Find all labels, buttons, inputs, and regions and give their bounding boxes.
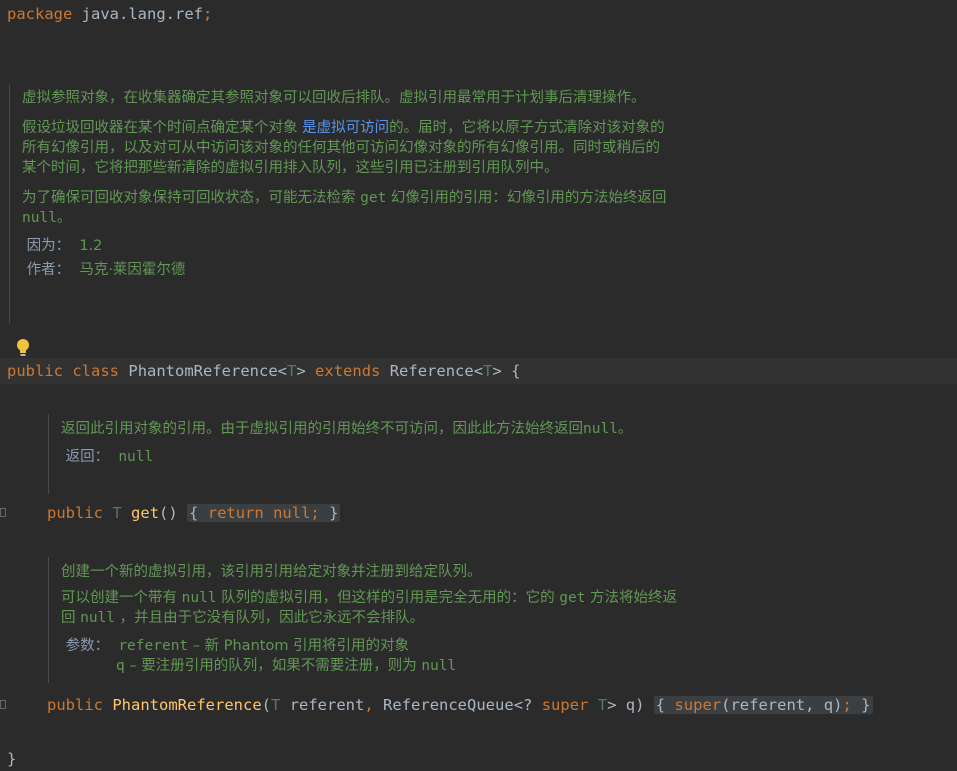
package-keyword: package xyxy=(7,5,73,23)
class-doc-since: 因为： 1.2 xyxy=(22,236,672,256)
get-method-name[interactable]: get xyxy=(131,504,159,522)
get-semicolon: ; xyxy=(310,504,320,522)
fold-marker-icon[interactable] xyxy=(0,700,6,709)
lightbulb-icon[interactable] xyxy=(15,338,31,358)
class-javadoc: 虚拟参照对象，在收集器确定其参照对象可以回收后排队。虚拟引用最常用于计划事后清理… xyxy=(22,88,672,280)
ctor-doc-null2: null xyxy=(80,610,116,626)
bound-close: > xyxy=(607,696,617,714)
ctor-doc-para2-a: 可以创建一个带有 xyxy=(61,590,182,606)
ctor-param-type: T xyxy=(271,696,281,714)
returns-value: null xyxy=(118,449,154,465)
folded-body[interactable]: { return null; } xyxy=(187,504,341,522)
super-type-param: T xyxy=(483,362,493,380)
get-close-brace: } xyxy=(329,504,339,522)
ctor-doc-param1: 参数： referent – 新 Phantom 引用将引用的对象 xyxy=(61,636,681,656)
ctor-open-paren: ( xyxy=(261,696,271,714)
bound-type-param: T xyxy=(597,696,608,714)
class-doc-null-code: null xyxy=(22,210,57,226)
ctor-doc-para2-d: ，并且由于它没有队列，因此它永远不会排队。 xyxy=(115,610,425,626)
get-public-keyword: public xyxy=(47,504,103,522)
get-return-type: T xyxy=(112,504,122,522)
null-keyword: null xyxy=(273,504,311,522)
class-doc-author: 作者： 马克·莱因霍尔德 xyxy=(22,260,672,280)
super-args: (referent, q) xyxy=(721,696,843,714)
ctor-public-keyword: public xyxy=(47,696,103,714)
since-label: 因为： xyxy=(26,238,71,254)
ctor-semicolon: ; xyxy=(842,696,852,714)
super-type-open: < xyxy=(473,362,484,380)
package-name: java.lang.ref xyxy=(81,5,203,23)
ctor-doc-bar xyxy=(48,557,49,683)
reference-queue-type[interactable]: ReferenceQueue xyxy=(383,696,514,714)
fold-marker-icon[interactable] xyxy=(0,508,6,517)
ctor-close-brace: } xyxy=(861,696,871,714)
author-label: 作者： xyxy=(26,262,71,278)
class-doc-para3-b: 幻像引用的引用：幻像引用的方法始终返回 xyxy=(386,190,667,206)
wildcard: <? xyxy=(513,696,533,714)
extends-keyword: extends xyxy=(315,362,381,380)
class-doc-get-code: get xyxy=(360,190,387,206)
class-close-brace: } xyxy=(7,750,17,768)
get-doc-returns: 返回： null xyxy=(61,447,661,467)
class-doc-para2-before: 假设垃圾回收器在某个时间点确定某个对象 xyxy=(22,120,303,136)
get-doc-text-a: 返回此引用对象的引用。由于虚拟引用的引用始终不可访问，因此此方法始终返回 xyxy=(61,421,583,437)
class-doc-para2: 假设垃圾回收器在某个时间点确定某个对象 是虚拟可访问的。届时，它将以原子方式清除… xyxy=(22,118,672,178)
public-keyword: public xyxy=(7,362,63,380)
super-bound-keyword: super xyxy=(541,696,589,714)
get-doc-text-b: 。 xyxy=(617,421,633,437)
constructor-line: public PhantomReference(T referent, Refe… xyxy=(47,695,873,715)
class-doc-para1: 虚拟参照对象，在收集器确定其参照对象可以回收后排队。虚拟引用最常用于计划事后清理… xyxy=(22,90,646,106)
param2-null: null xyxy=(421,658,457,674)
get-parens: () xyxy=(159,504,178,522)
get-javadoc: 返回此引用对象的引用。由于虚拟引用的引用始终不可访问，因此此方法始终返回null… xyxy=(61,419,661,467)
type-param: T xyxy=(287,362,297,380)
ctor-param-q: q xyxy=(625,696,636,714)
class-type-open: < xyxy=(277,362,288,380)
ctor-doc-get: get xyxy=(559,590,586,606)
super-type-close: > xyxy=(492,362,502,380)
ctor-doc-para2-b: 队列的虚拟引用，但这样的引用是完全无用的：它的 xyxy=(216,590,560,606)
author-value: 马克·莱因霍尔德 xyxy=(79,262,186,278)
super-call: super xyxy=(674,696,722,714)
return-keyword: return xyxy=(207,504,264,522)
class-doc-para3: 为了确保可回收对象保持可回收状态，可能无法检索 get 幻像引用的引用：幻像引用… xyxy=(22,188,672,228)
get-method-line: public T get() { return null; } xyxy=(47,503,341,523)
params-label: 参数： xyxy=(65,638,110,654)
class-open-brace: { xyxy=(511,362,521,380)
class-type-close: > xyxy=(296,362,306,380)
package-semicolon: ; xyxy=(203,5,213,23)
ctor-comma: , xyxy=(364,696,374,714)
class-name[interactable]: PhantomReference xyxy=(128,362,277,380)
ctor-doc-para2: 可以创建一个带有 null 队列的虚拟引用，但这样的引用是完全无用的：它的 ge… xyxy=(61,588,681,628)
since-value: 1.2 xyxy=(79,238,103,254)
ctor-open-brace: { xyxy=(655,696,666,714)
param2-desc: – 要注册引用的队列，如果不需要注册，则为 xyxy=(124,658,422,674)
ctor-javadoc: 创建一个新的虚拟引用，该引用引用给定对象并注册到给定队列。 可以创建一个带有 n… xyxy=(61,562,681,676)
ctor-doc-para1: 创建一个新的虚拟引用，该引用引用给定对象并注册到给定队列。 xyxy=(61,564,482,580)
constructor-name[interactable]: PhantomReference xyxy=(112,696,261,714)
class-doc-para3-c: 。 xyxy=(56,210,72,226)
get-open-brace: { xyxy=(189,504,199,522)
returns-label: 返回： xyxy=(65,449,110,465)
class-declaration: public class PhantomReference<T> extends… xyxy=(7,361,520,381)
get-doc-null-code: null xyxy=(583,421,618,437)
ctor-close-paren: ) xyxy=(635,696,645,714)
param1-name: referent xyxy=(118,638,189,654)
package-line: package java.lang.ref; xyxy=(7,4,212,24)
param2-name: q xyxy=(116,658,125,674)
ctor-doc-param2: q – 要注册引用的队列，如果不需要注册，则为 null xyxy=(61,656,681,676)
get-doc-bar xyxy=(48,414,49,494)
ctor-doc-null1: null xyxy=(181,590,217,606)
folded-ctor-body[interactable]: { super(referent, q); } xyxy=(653,696,873,714)
param1-desc: – 新 Phantom 引用将引用的对象 xyxy=(188,638,410,654)
superclass-name[interactable]: Reference xyxy=(390,362,474,380)
class-doc-bar xyxy=(9,84,10,324)
phantom-reachable-link[interactable]: 是虚拟可访问 xyxy=(302,120,389,136)
ctor-param-referent: referent xyxy=(289,696,365,714)
class-doc-para3-a: 为了确保可回收对象保持可回收状态，可能无法检索 xyxy=(22,190,361,206)
get-doc-text: 返回此引用对象的引用。由于虚拟引用的引用始终不可访问，因此此方法始终返回null… xyxy=(61,419,661,439)
class-keyword: class xyxy=(72,362,120,380)
